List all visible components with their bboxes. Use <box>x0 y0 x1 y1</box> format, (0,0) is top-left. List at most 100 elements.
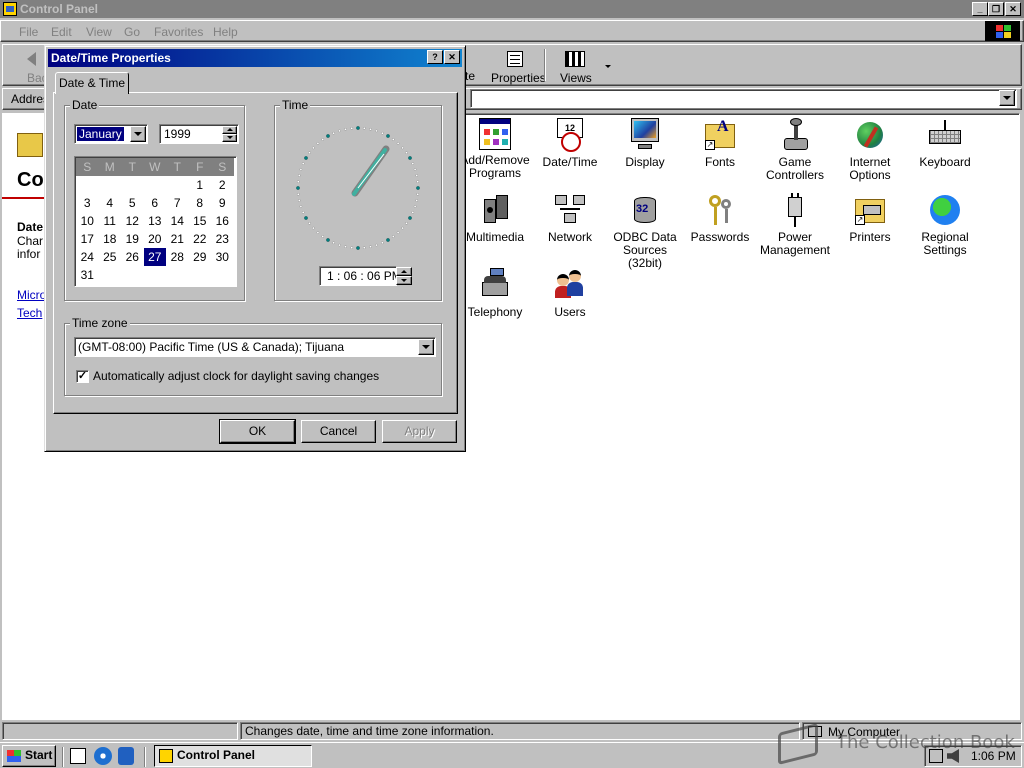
time-up-button[interactable] <box>396 267 412 276</box>
timezone-dropdown-button[interactable] <box>418 339 434 355</box>
back-button[interactable]: Back <box>9 47 54 85</box>
icon-add-remove-programs[interactable]: Add/Remove Programs <box>457 118 533 180</box>
calendar-day[interactable]: 22 <box>189 230 212 248</box>
help-button[interactable]: ? <box>427 50 443 64</box>
icon-telephony[interactable]: Telephony <box>457 268 533 319</box>
dst-checkbox[interactable]: ✓ <box>76 370 89 383</box>
menu-help[interactable]: Help <box>213 25 238 39</box>
calendar-day[interactable]: 23 <box>211 230 234 248</box>
calendar-day[interactable]: 16 <box>211 212 234 230</box>
icon-multimedia[interactable]: Multimedia <box>457 193 533 244</box>
taskbar-task-control-panel[interactable]: Control Panel <box>154 745 312 767</box>
main-title-bar[interactable]: Control Panel <box>0 0 1024 18</box>
pane-link-tech[interactable]: Tech <box>17 306 42 320</box>
icon-date-time[interactable]: 12 Date/Time <box>532 118 608 169</box>
address-input[interactable] <box>470 89 1017 108</box>
cancel-button[interactable]: Cancel <box>301 420 376 443</box>
month-dropdown-button[interactable] <box>130 126 146 142</box>
calendar-day[interactable]: 4 <box>99 194 122 212</box>
calendar-day[interactable]: 18 <box>99 230 122 248</box>
icon-label: Printers <box>849 230 891 244</box>
calendar-day[interactable]: 28 <box>166 248 189 266</box>
calendar-day[interactable]: 7 <box>166 194 189 212</box>
delete-label[interactable]: te <box>465 69 475 83</box>
minimize-button[interactable]: _ <box>972 2 988 16</box>
dialog-close-button[interactable]: ✕ <box>444 50 460 64</box>
icon-network[interactable]: Network <box>532 193 608 244</box>
icon-passwords[interactable]: Passwords <box>682 193 758 244</box>
pane-desc-2: infor <box>17 247 41 261</box>
restore-button[interactable]: ❐ <box>988 2 1004 16</box>
ok-button[interactable]: OK <box>219 419 296 444</box>
volume-icon[interactable] <box>947 749 959 763</box>
calendar-day-selected[interactable]: 27 <box>143 248 166 266</box>
icon-printers[interactable]: ↗ Printers <box>832 193 908 244</box>
calendar-day[interactable]: 24 <box>76 248 99 266</box>
menu-view[interactable]: View <box>86 25 112 39</box>
apply-button[interactable]: Apply <box>382 420 457 443</box>
outlook-express-icon[interactable] <box>118 747 134 765</box>
calendar-day[interactable]: 2 <box>211 176 234 194</box>
weekday-header: F <box>196 160 204 174</box>
clock-hour-mark <box>296 186 300 190</box>
calendar-day[interactable]: 29 <box>189 248 212 266</box>
icon-regional-settings[interactable]: Regional Settings <box>907 193 983 257</box>
pane-link-microsoft[interactable]: Micro <box>17 288 46 302</box>
calendar-day[interactable]: 10 <box>76 212 99 230</box>
clock-minute-mark <box>350 246 354 249</box>
calendar-day[interactable]: 20 <box>144 230 167 248</box>
icon-power-management[interactable]: Power Management <box>757 193 833 257</box>
menu-go[interactable]: Go <box>124 25 140 39</box>
start-button[interactable]: Start <box>2 745 56 767</box>
calendar-day[interactable]: 5 <box>121 194 144 212</box>
show-desktop-icon[interactable] <box>70 748 86 764</box>
time-down-button[interactable] <box>396 276 412 285</box>
views-button[interactable]: Views <box>553 47 613 85</box>
tab-date-time[interactable]: Date & Time <box>55 72 129 94</box>
taskbar: Start Control Panel 1:06 PM <box>0 742 1024 768</box>
calendar-day[interactable]: 19 <box>121 230 144 248</box>
icon-game-controllers[interactable]: Game Controllers <box>757 118 833 182</box>
calendar-day[interactable]: 15 <box>189 212 212 230</box>
calendar-day[interactable]: 11 <box>99 212 122 230</box>
menu-file[interactable]: File <box>19 25 38 39</box>
calendar[interactable]: SMTWTFS 1 2 3 4 5 6 7 8 9 10 11 12 13 14 15 16 17 18 19 20 2… <box>74 156 237 287</box>
calendar-day[interactable]: 12 <box>121 212 144 230</box>
calendar-day[interactable]: 9 <box>211 194 234 212</box>
icon-internet-options[interactable]: Internet Options <box>832 118 908 182</box>
icon-fonts[interactable]: A ↗ Fonts <box>682 118 758 169</box>
calendar-day[interactable]: 31 <box>76 266 99 284</box>
icon-display[interactable]: Display <box>607 118 683 169</box>
address-dropdown-button[interactable] <box>999 90 1015 106</box>
add-remove-programs-icon <box>479 118 511 150</box>
year-down-button[interactable] <box>222 134 237 142</box>
time-group-label: Time <box>280 98 311 112</box>
menu-edit[interactable]: Edit <box>51 25 72 39</box>
dialog-title-bar[interactable]: Date/Time Properties <box>48 49 462 67</box>
year-up-button[interactable] <box>222 126 237 134</box>
time-spinner[interactable]: 1 : 06 : 06 PM <box>319 266 402 286</box>
clock[interactable]: 1:06 PM <box>971 749 1016 763</box>
icon-keyboard[interactable]: Keyboard <box>907 118 983 169</box>
timezone-select[interactable]: (GMT-08:00) Pacific Time (US & Canada); … <box>74 337 436 357</box>
calendar-day[interactable]: 14 <box>166 212 189 230</box>
icon-users[interactable]: Users <box>532 268 608 319</box>
calendar-day[interactable]: 21 <box>166 230 189 248</box>
clock-hour-mark <box>386 238 390 242</box>
scheduler-icon[interactable] <box>929 749 943 763</box>
calendar-day[interactable]: 17 <box>76 230 99 248</box>
properties-button[interactable]: Properties <box>487 47 546 85</box>
calendar-day[interactable]: 6 <box>144 194 167 212</box>
views-dropdown-icon[interactable] <box>605 65 611 68</box>
icon-odbc-data-sources[interactable]: 32 ODBC Data Sources (32bit) <box>607 193 683 270</box>
calendar-day[interactable]: 1 <box>189 176 212 194</box>
menu-favorites[interactable]: Favorites <box>154 25 203 39</box>
calendar-day[interactable]: 3 <box>76 194 99 212</box>
calendar-day[interactable]: 30 <box>211 248 234 266</box>
close-button[interactable]: ✕ <box>1005 2 1021 16</box>
calendar-day[interactable]: 26 <box>121 248 144 266</box>
calendar-day[interactable]: 13 <box>144 212 167 230</box>
internet-explorer-icon[interactable] <box>94 747 112 765</box>
calendar-day[interactable]: 8 <box>189 194 212 212</box>
calendar-day[interactable]: 25 <box>99 248 122 266</box>
